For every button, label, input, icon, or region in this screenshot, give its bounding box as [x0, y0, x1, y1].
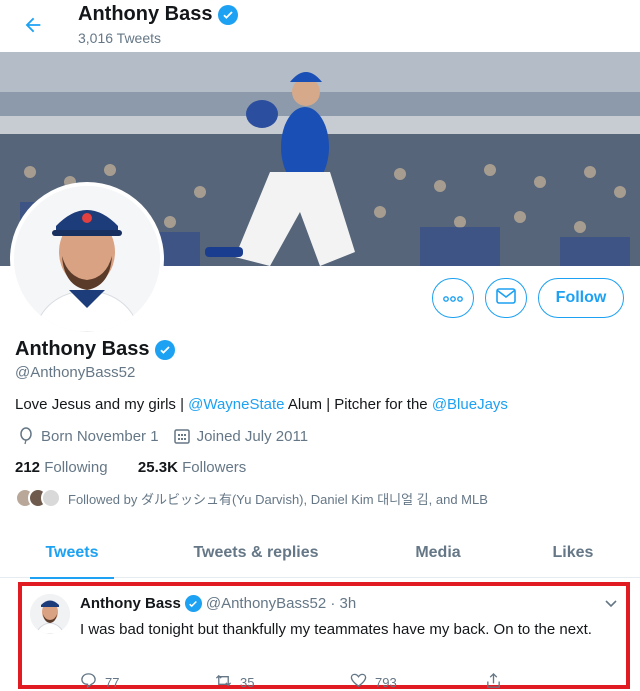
profile-name-text: Anthony Bass: [15, 338, 150, 360]
like-count: 793: [375, 674, 397, 690]
follower-avatars: [15, 488, 61, 508]
following-count: 212: [15, 459, 41, 476]
profile-name: Anthony Bass: [15, 338, 176, 361]
tab-tweets-replies[interactable]: Tweets & replies: [176, 530, 336, 578]
following-link[interactable]: 212 Following: [15, 459, 108, 476]
tweet-header: Anthony Bass @AnthonyBass52 · 3h: [80, 595, 356, 612]
bio-link-bluejays[interactable]: @BlueJays: [432, 396, 508, 413]
following-label: Following: [44, 459, 108, 476]
reply-button[interactable]: 77: [80, 672, 215, 691]
more-options-button[interactable]: [432, 278, 474, 318]
followers-count: 25.3K: [137, 459, 178, 476]
follow-stats: 212 Following 25.3K Followers: [15, 459, 246, 476]
profile-avatar[interactable]: [10, 182, 164, 336]
profile-handle: @AnthonyBass52: [15, 364, 136, 381]
balloon-icon: [17, 427, 35, 445]
verified-icon: [184, 595, 202, 612]
bio-text: Love Jesus and my girls |: [15, 396, 189, 413]
verified-icon: [218, 4, 239, 25]
bio-link-waynestate[interactable]: @WayneState: [188, 396, 284, 413]
profile-meta: Born November 1 Joined July 2011: [17, 427, 308, 445]
tweet-text: I was bad tonight but thankfully my team…: [80, 621, 592, 638]
reply-count: 77: [105, 674, 120, 690]
retweet-icon: [215, 672, 232, 691]
joined-date: Joined July 2011: [196, 427, 309, 445]
followers-label: Followers: [182, 459, 247, 476]
tab-tweets[interactable]: Tweets: [30, 530, 114, 579]
tab-media[interactable]: Media: [400, 530, 476, 578]
header-name-text: Anthony Bass: [78, 3, 213, 25]
follow-button[interactable]: Follow: [538, 278, 624, 318]
verified-icon: [155, 339, 176, 360]
chevron-down-icon[interactable]: [604, 596, 618, 612]
envelope-icon: [496, 287, 516, 309]
profile-tabs: Tweets Tweets & replies Media Likes: [0, 530, 640, 579]
header-name: Anthony Bass: [78, 3, 239, 26]
heart-icon: [350, 672, 367, 691]
tab-likes[interactable]: Likes: [540, 530, 606, 578]
retweet-count: 35: [240, 674, 255, 690]
share-icon: [485, 672, 502, 691]
bio-text: Alum | Pitcher for the: [284, 396, 432, 413]
tweet-count: 3,016 Tweets: [78, 30, 162, 46]
profile-bio: Love Jesus and my girls | @WayneState Al…: [15, 396, 508, 413]
followers-link[interactable]: 25.3K Followers: [138, 459, 246, 476]
tweet-actions: 77 35 793: [80, 672, 620, 691]
share-button[interactable]: [485, 672, 620, 691]
message-button[interactable]: [485, 278, 527, 318]
more-icon: [443, 289, 463, 307]
avatar[interactable]: [30, 594, 70, 634]
reply-icon: [80, 672, 97, 691]
arrow-left-icon[interactable]: [18, 10, 48, 40]
tweet-handle-time: @AnthonyBass52 · 3h: [205, 595, 357, 612]
like-button[interactable]: 793: [350, 672, 485, 691]
retweet-button[interactable]: 35: [215, 672, 350, 691]
followed-by-text: Followed by ダルビッシュ有(Yu Darvish), Daniel …: [68, 491, 488, 507]
calendar-icon: [173, 427, 191, 445]
profile-header-bar: Anthony Bass 3,016 Tweets: [0, 0, 640, 52]
born-date: Born November 1: [41, 427, 159, 445]
tweet-author-name[interactable]: Anthony Bass: [80, 595, 181, 612]
tweet-card[interactable]: Anthony Bass @AnthonyBass52 · 3h I was b…: [18, 582, 630, 691]
followed-by[interactable]: Followed by ダルビッシュ有(Yu Darvish), Daniel …: [15, 488, 488, 508]
avatar: [41, 488, 61, 508]
